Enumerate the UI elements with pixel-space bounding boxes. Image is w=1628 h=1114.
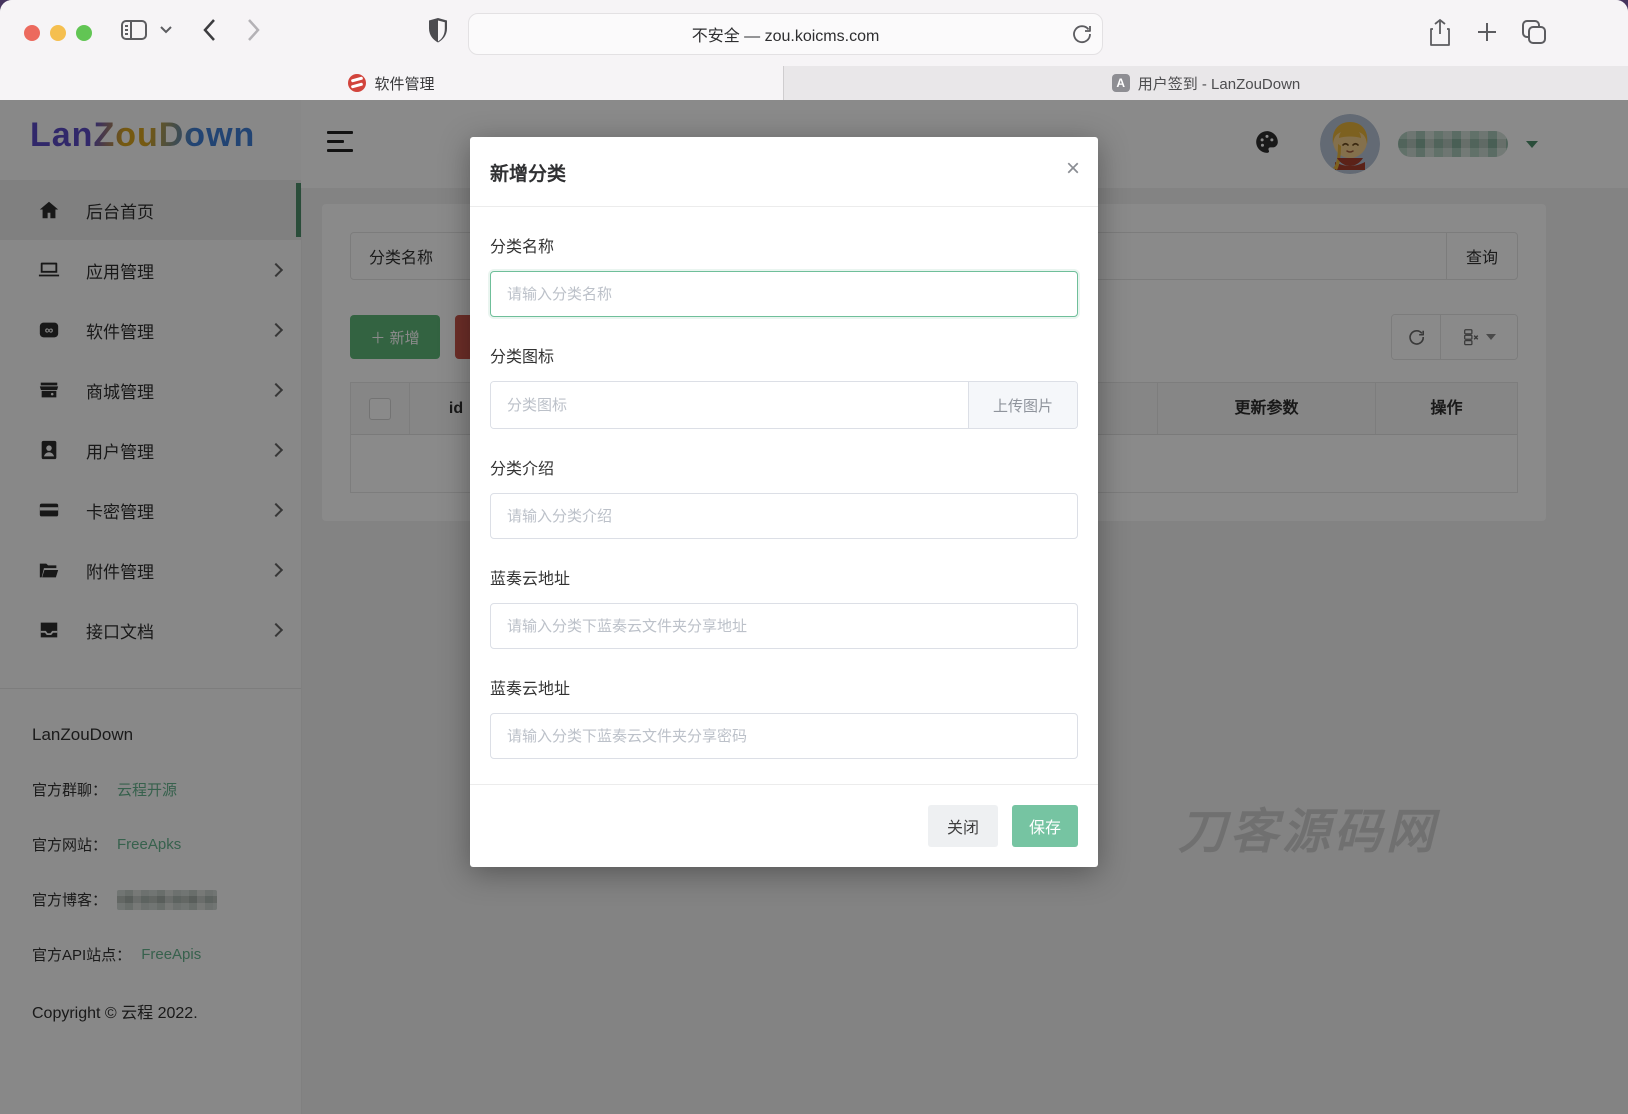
share-icon[interactable] bbox=[1428, 18, 1452, 48]
lanzou-pwd-input[interactable] bbox=[490, 713, 1078, 759]
tab-software-management[interactable]: 软件管理 bbox=[0, 66, 783, 100]
tab2-favicon: A bbox=[1112, 74, 1130, 92]
modal-header: 新增分类 × bbox=[470, 137, 1098, 207]
tab1-label: 软件管理 bbox=[374, 73, 434, 94]
category-icon-label: 分类图标 bbox=[490, 343, 1078, 367]
close-button[interactable]: 关闭 bbox=[928, 805, 998, 847]
new-tab-icon[interactable] bbox=[1476, 21, 1498, 43]
modal-footer: 关闭 保存 bbox=[470, 784, 1098, 867]
reload-icon[interactable] bbox=[1072, 23, 1092, 50]
tab-overview-icon[interactable] bbox=[1520, 18, 1548, 46]
modal-title: 新增分类 bbox=[490, 164, 566, 185]
forward-button[interactable] bbox=[247, 18, 261, 42]
chevron-down-icon[interactable] bbox=[160, 26, 172, 34]
url-text: 不安全 — zou.koicms.com bbox=[692, 22, 880, 46]
category-icon-input[interactable] bbox=[491, 382, 968, 428]
category-name-input[interactable] bbox=[490, 271, 1078, 317]
category-desc-input[interactable] bbox=[490, 493, 1078, 539]
modal-body: 分类名称 分类图标 上传图片 分类介绍 蓝奏云地址 蓝奏云地址 bbox=[470, 207, 1098, 784]
tab2-label: 用户签到 - LanZouDown bbox=[1138, 73, 1301, 94]
lanzou-url-label: 蓝奏云地址 bbox=[490, 565, 1078, 589]
lanzou-pwd-label: 蓝奏云地址 bbox=[490, 675, 1078, 699]
tab1-favicon bbox=[348, 74, 366, 92]
zoom-window-button[interactable] bbox=[76, 25, 92, 41]
tab-user-signin[interactable]: A 用户签到 - LanZouDown bbox=[783, 66, 1628, 100]
upload-image-button[interactable]: 上传图片 bbox=[968, 382, 1077, 428]
browser-window: 不安全 — zou.koicms.com 软件管理 bbox=[0, 0, 1628, 1114]
close-icon[interactable]: × bbox=[1066, 157, 1080, 181]
tab-bar: 软件管理 A 用户签到 - LanZouDown bbox=[0, 66, 1628, 101]
address-bar[interactable]: 不安全 — zou.koicms.com bbox=[468, 13, 1103, 55]
page-viewport: LanZouDown 后台首页 应用管理 ∞ bbox=[0, 100, 1628, 1114]
lanzou-url-input[interactable] bbox=[490, 603, 1078, 649]
privacy-shield-icon[interactable] bbox=[426, 16, 450, 46]
minimize-window-button[interactable] bbox=[50, 25, 66, 41]
category-desc-label: 分类介绍 bbox=[490, 455, 1078, 479]
sidebar-toggle-icon[interactable] bbox=[120, 18, 148, 42]
save-button[interactable]: 保存 bbox=[1012, 805, 1078, 847]
close-window-button[interactable] bbox=[24, 25, 40, 41]
add-category-modal: 新增分类 × 分类名称 分类图标 上传图片 分类介绍 蓝奏云地址 蓝奏云地址 bbox=[470, 137, 1098, 867]
back-button[interactable] bbox=[202, 18, 216, 42]
category-name-label: 分类名称 bbox=[490, 233, 1078, 257]
watermark: 刀客源码网 bbox=[1178, 792, 1438, 862]
category-icon-group: 上传图片 bbox=[490, 381, 1078, 429]
browser-toolbar: 不安全 — zou.koicms.com bbox=[0, 0, 1628, 66]
